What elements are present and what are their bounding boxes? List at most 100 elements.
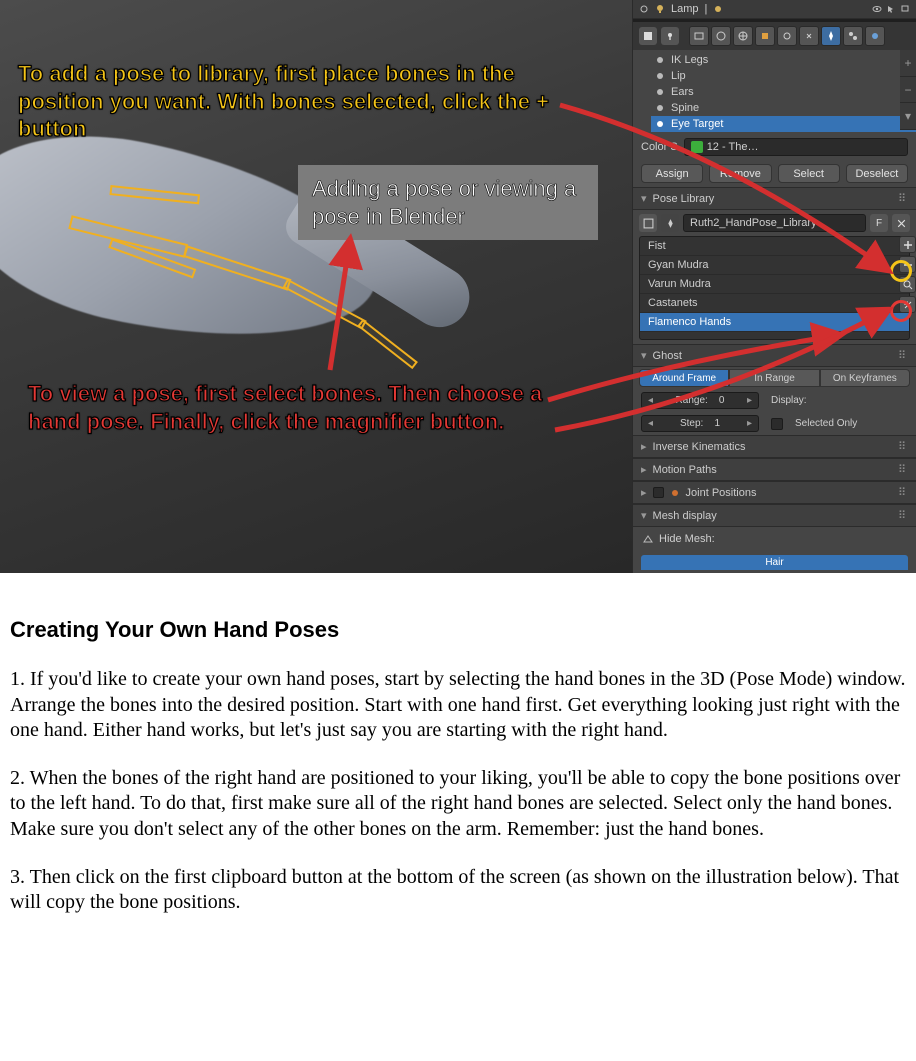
browse-action-button[interactable] bbox=[639, 214, 657, 232]
joint-icon bbox=[670, 488, 680, 498]
ghost-tabs: Around Frame In Range On Keyframes bbox=[633, 367, 916, 389]
pose-library-title: Pose Library bbox=[653, 193, 715, 205]
pose-remove-button[interactable] bbox=[899, 256, 916, 273]
properties-header bbox=[633, 22, 916, 50]
pose-library-name-row: Ruth2_HandPose_Library F bbox=[639, 214, 910, 232]
ghost-tab-keys[interactable]: On Keyframes bbox=[820, 369, 910, 387]
annotation-view-pose: To view a pose, first select bones. Then… bbox=[28, 380, 598, 435]
bone-group-icon bbox=[655, 55, 665, 65]
visibility-toggles bbox=[872, 4, 910, 14]
bone-group-item[interactable]: IK Legs bbox=[651, 52, 916, 68]
ghost-title: Ghost bbox=[653, 350, 682, 362]
panel-header-ghost[interactable]: Ghost ⠿ bbox=[633, 344, 916, 367]
tab-world[interactable] bbox=[733, 26, 753, 46]
grip-icon: ⠿ bbox=[898, 192, 908, 205]
mesh-icon bbox=[643, 534, 653, 544]
properties-panel: Lamp | bbox=[632, 0, 916, 573]
joint-checkbox[interactable] bbox=[653, 487, 664, 498]
tab-modifiers[interactable] bbox=[799, 26, 819, 46]
step-value: 1 bbox=[714, 418, 720, 429]
bone-group-item[interactable]: Spine bbox=[651, 100, 916, 116]
pose-apply-button[interactable] bbox=[899, 276, 916, 293]
ghost-tab-range[interactable]: In Range bbox=[729, 369, 819, 387]
tab-bone[interactable] bbox=[843, 26, 863, 46]
selected-only-checkbox[interactable] bbox=[771, 418, 783, 430]
bone-group-label: Ears bbox=[671, 86, 694, 98]
pose-item[interactable]: Flamenco Hands bbox=[640, 313, 909, 332]
pose-item[interactable]: Castanets bbox=[640, 294, 909, 313]
outliner-item-label: Lamp bbox=[671, 3, 699, 15]
bone[interactable] bbox=[357, 319, 418, 369]
panel-header-joint-positions[interactable]: Joint Positions⠿ bbox=[633, 481, 916, 504]
tab-armature[interactable] bbox=[821, 26, 841, 46]
pose-item[interactable]: Gyan Mudra bbox=[640, 256, 909, 275]
selected-only-label: Selected Only bbox=[795, 418, 857, 429]
unlink-action-button[interactable] bbox=[892, 214, 910, 232]
lamp-icon bbox=[655, 4, 665, 14]
color-set-label: Color S bbox=[641, 141, 678, 153]
pose-sanitize-button[interactable] bbox=[899, 296, 916, 313]
pose-library-name-field[interactable]: Ruth2_HandPose_Library bbox=[683, 214, 866, 232]
remove-button[interactable]: Remove bbox=[709, 164, 771, 183]
annotation-caption: Adding a pose or viewing a pose in Blend… bbox=[298, 165, 598, 240]
bone-group-item[interactable]: Ears bbox=[651, 84, 916, 100]
panel-header-ik[interactable]: Inverse Kinematics ⠿ bbox=[633, 435, 916, 458]
tab-physics[interactable] bbox=[865, 26, 885, 46]
pose-item[interactable]: Varun Mudra bbox=[640, 275, 909, 294]
range-value: 0 bbox=[719, 395, 725, 406]
grip-icon: ⠿ bbox=[898, 440, 908, 453]
ghost-range-field[interactable]: ◂Range: 0▸ bbox=[641, 392, 759, 409]
assign-button[interactable]: Assign bbox=[641, 164, 703, 183]
bone-group-add-button[interactable]: + bbox=[900, 50, 916, 77]
eye-icon[interactable] bbox=[872, 4, 882, 14]
outliner-row-lamp[interactable]: Lamp | bbox=[633, 0, 916, 19]
bone-group-icon bbox=[655, 119, 665, 129]
fake-user-button[interactable]: F bbox=[870, 214, 888, 232]
ghost-tab-around[interactable]: Around Frame bbox=[639, 369, 729, 387]
bone-group-icon bbox=[655, 87, 665, 97]
bone-group-icon bbox=[655, 71, 665, 81]
motion-title: Motion Paths bbox=[653, 464, 717, 476]
bone-group-menu-button[interactable]: ▾ bbox=[900, 103, 916, 130]
bone-group-remove-button[interactable]: − bbox=[900, 77, 916, 104]
doc-step-3: 3. Then click on the first clipboard but… bbox=[10, 865, 906, 916]
color-set-value: 12 - The… bbox=[707, 141, 759, 153]
bone-group-label: Eye Target bbox=[671, 118, 723, 130]
panel-header-pose-library[interactable]: Pose Library ⠿ bbox=[633, 187, 916, 210]
expand-icon bbox=[639, 4, 649, 14]
select-button[interactable]: Select bbox=[778, 164, 840, 183]
hide-mesh-label: Hide Mesh: bbox=[659, 533, 715, 545]
bone-group-list: IK Legs Lip Ears Spine Eye Target bbox=[633, 50, 916, 134]
action-icon bbox=[661, 214, 679, 232]
panel-header-motion-paths[interactable]: Motion Paths⠿ bbox=[633, 458, 916, 481]
tab-scene[interactable] bbox=[711, 26, 731, 46]
bone-group-sidebuttons: + − ▾ bbox=[900, 50, 916, 130]
render-icon[interactable] bbox=[900, 4, 910, 14]
context-menu-button[interactable] bbox=[639, 27, 657, 45]
mesh-title: Mesh display bbox=[653, 510, 717, 522]
tab-constraints[interactable] bbox=[777, 26, 797, 46]
tab-object[interactable] bbox=[755, 26, 775, 46]
bone-group-item[interactable]: Eye Target bbox=[651, 116, 916, 132]
grip-icon: ⠿ bbox=[898, 509, 908, 522]
deselect-button[interactable]: Deselect bbox=[846, 164, 908, 183]
pose-item[interactable]: Fist bbox=[640, 237, 909, 256]
grip-icon: ⠿ bbox=[898, 486, 908, 499]
panel-header-mesh-display[interactable]: Mesh display ⠿ bbox=[633, 504, 916, 527]
pin-button[interactable] bbox=[661, 27, 679, 45]
ik-title: Inverse Kinematics bbox=[653, 441, 746, 453]
color-set-field[interactable]: 12 - The… bbox=[684, 138, 908, 156]
pose-library-name-value: Ruth2_HandPose_Library bbox=[690, 217, 817, 229]
doc-heading: Creating Your Own Hand Poses bbox=[10, 617, 906, 643]
annotation-add-pose: To add a pose to library, first place bo… bbox=[18, 60, 598, 143]
ghost-step-field[interactable]: ◂Step: 1▸ bbox=[641, 415, 759, 432]
pose-add-button[interactable] bbox=[899, 236, 916, 253]
tab-render[interactable] bbox=[689, 26, 709, 46]
bone-group-item[interactable]: Lip bbox=[651, 68, 916, 84]
color-set-row: Color S 12 - The… bbox=[633, 134, 916, 160]
hair-tab[interactable]: Hair bbox=[641, 555, 908, 570]
cursor-icon[interactable] bbox=[886, 4, 896, 14]
pipe: | bbox=[705, 3, 708, 15]
3d-viewport[interactable]: To add a pose to library, first place bo… bbox=[0, 0, 632, 573]
grip-icon: ⠿ bbox=[898, 349, 908, 362]
